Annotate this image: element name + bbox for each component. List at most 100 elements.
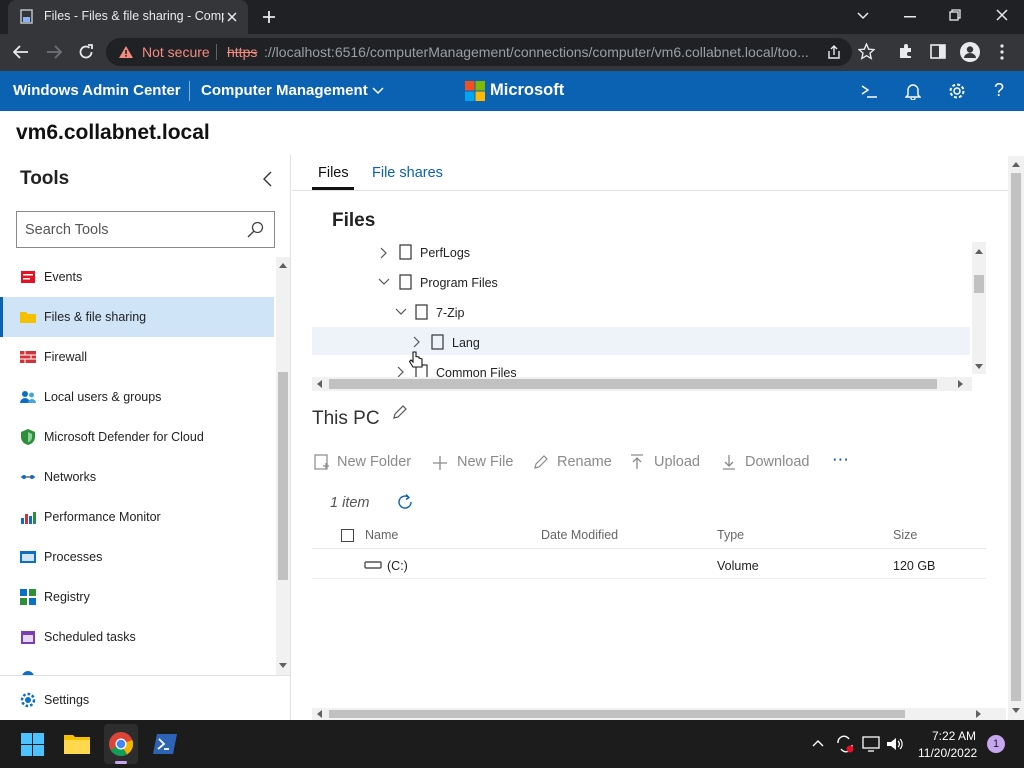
column-header-size[interactable]: Size <box>893 528 917 542</box>
column-header-type[interactable]: Type <box>717 528 744 542</box>
scroll-left-icon[interactable] <box>316 710 322 718</box>
scroll-right-icon[interactable] <box>976 710 982 718</box>
page-vscrollbar[interactable] <box>1008 156 1024 720</box>
browser-tab[interactable]: Files - Files & file sharing - Comp <box>8 0 248 34</box>
sidebar-item-processes[interactable]: Processes <box>0 537 274 577</box>
folder-outline-icon <box>415 304 428 320</box>
scroll-thumb[interactable] <box>974 275 984 293</box>
new-file-button[interactable]: New File <box>457 454 513 470</box>
sync-alert-icon[interactable] <box>836 735 854 753</box>
chevron-right-icon[interactable] <box>413 336 421 348</box>
tree-hscrollbar[interactable] <box>312 377 972 391</box>
notifications-bell-icon[interactable] <box>905 82 921 100</box>
search-tools-input[interactable]: Search Tools <box>16 211 275 248</box>
tree-item-perflogs[interactable]: PerfLogs <box>420 246 470 260</box>
more-actions-button[interactable]: ⋯ <box>832 450 849 470</box>
tab-file-shares[interactable]: File shares <box>372 165 443 181</box>
table-row[interactable] <box>312 549 986 579</box>
side-panel-icon[interactable] <box>930 44 946 59</box>
tree-item-lang[interactable]: Lang <box>452 336 480 350</box>
scroll-left-icon[interactable] <box>316 380 322 388</box>
scroll-thumb[interactable] <box>329 710 905 718</box>
menu-dots-icon[interactable] <box>1000 44 1004 60</box>
close-window-icon[interactable] <box>996 9 1008 21</box>
new-tab-icon[interactable] <box>262 10 276 24</box>
tab-files[interactable]: Files <box>318 165 349 181</box>
profile-icon[interactable] <box>960 42 980 62</box>
scroll-down-icon[interactable] <box>975 364 983 370</box>
powershell-icon[interactable] <box>860 84 878 98</box>
help-icon[interactable]: ? <box>994 80 1004 101</box>
scroll-down-icon[interactable] <box>279 663 287 669</box>
tree-item-program-files[interactable]: Program Files <box>420 276 498 290</box>
sidebar-item-networks[interactable]: Networks <box>0 457 274 497</box>
sidebar-item-registry[interactable]: Registry <box>0 577 274 617</box>
chevron-up-icon[interactable] <box>812 739 824 747</box>
settings-label: Settings <box>44 693 90 707</box>
clock-date[interactable]: 11/20/2022 <box>918 746 977 760</box>
sidebar-item-users[interactable]: Local users & groups <box>0 377 274 417</box>
chart-icon <box>21 512 36 524</box>
chevron-down-icon[interactable] <box>395 308 407 316</box>
restore-icon[interactable] <box>949 9 961 21</box>
new-folder-button[interactable]: New Folder <box>337 454 411 470</box>
bookmark-star-icon[interactable] <box>858 43 875 60</box>
sidebar-item-events[interactable]: Events <box>0 257 274 297</box>
chevron-down-icon[interactable] <box>372 87 384 95</box>
notification-badge[interactable]: 1 <box>987 735 1005 753</box>
refresh-icon[interactable] <box>396 493 414 511</box>
share-icon[interactable] <box>826 45 842 60</box>
rename-button[interactable]: Rename <box>557 454 612 470</box>
sidebar-scrollbar[interactable] <box>276 257 290 675</box>
volume-icon[interactable] <box>886 736 904 752</box>
search-placeholder: Search Tools <box>25 222 109 238</box>
clock-time[interactable]: 7:22 AM <box>932 729 976 743</box>
tree-vscrollbar[interactable] <box>972 242 986 374</box>
page-icon <box>20 9 33 24</box>
edit-pencil-icon[interactable] <box>392 404 408 420</box>
solution-dropdown[interactable]: Computer Management <box>201 82 368 99</box>
windows-start-icon[interactable] <box>21 733 44 756</box>
reload-icon[interactable] <box>78 44 94 60</box>
scroll-up-icon[interactable] <box>1012 161 1020 167</box>
scroll-thumb[interactable] <box>1011 173 1021 701</box>
download-button[interactable]: Download <box>745 454 810 470</box>
select-all-checkbox[interactable] <box>341 529 354 542</box>
tree-item-7zip[interactable]: 7-Zip <box>436 306 464 320</box>
sidebar-item-partial[interactable] <box>0 657 274 675</box>
scroll-up-icon[interactable] <box>975 248 983 254</box>
scroll-up-icon[interactable] <box>279 262 287 268</box>
sidebar-item-scheduled-tasks[interactable]: Scheduled tasks <box>0 617 274 657</box>
address-bar[interactable]: Not secure https ://localhost:6516/compu… <box>106 38 852 66</box>
search-icon[interactable] <box>247 221 264 238</box>
sidebar-settings[interactable]: Settings <box>0 680 290 720</box>
column-header-date-modified[interactable]: Date Modified <box>541 528 618 542</box>
chevron-down-icon[interactable] <box>378 278 390 286</box>
column-header-name[interactable]: Name <box>365 528 398 542</box>
minimize-icon[interactable] <box>904 16 916 18</box>
extensions-icon[interactable] <box>898 43 914 59</box>
gear-icon[interactable] <box>948 82 966 100</box>
sidebar-item-firewall[interactable]: Firewall <box>0 337 274 377</box>
close-tab-icon[interactable] <box>226 11 238 23</box>
upload-button[interactable]: Upload <box>654 454 700 470</box>
sidebar-item-label: Registry <box>44 590 90 604</box>
powershell-app-icon[interactable] <box>153 734 177 754</box>
file-explorer-icon[interactable] <box>64 733 90 755</box>
scroll-down-icon[interactable] <box>1012 708 1020 714</box>
display-icon[interactable] <box>862 736 880 752</box>
sidebar-item-defender[interactable]: Microsoft Defender for Cloud <box>0 417 274 457</box>
scroll-thumb[interactable] <box>278 372 288 580</box>
main-hscrollbar[interactable] <box>312 708 1006 720</box>
chrome-taskbar-button[interactable] <box>104 724 138 764</box>
tab-search-icon[interactable] <box>857 11 869 21</box>
scroll-right-icon[interactable] <box>958 380 964 388</box>
sidebar-item-files[interactable]: Files & file sharing <box>0 297 274 337</box>
app-name[interactable]: Windows Admin Center <box>13 82 181 99</box>
back-icon[interactable] <box>13 45 29 59</box>
collapse-chevron-icon[interactable] <box>263 171 273 187</box>
sidebar-item-performance[interactable]: Performance Monitor <box>0 497 274 537</box>
chevron-right-icon[interactable] <box>380 247 388 259</box>
scroll-thumb[interactable] <box>329 379 937 389</box>
forward-icon[interactable] <box>46 45 62 59</box>
